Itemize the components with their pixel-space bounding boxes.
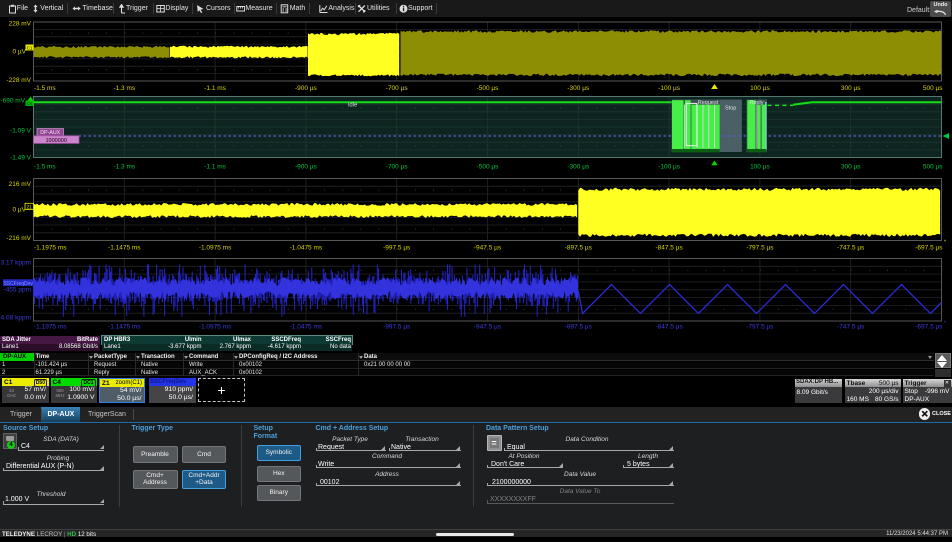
svg-text:0 µV: 0 µV <box>12 207 26 214</box>
svg-text:-700 µs: -700 µs <box>386 164 409 171</box>
svg-text:-4.08 kppm: -4.08 kppm <box>0 315 31 322</box>
svg-text:Request: Request <box>698 100 719 106</box>
svg-text:Stop: Stop <box>725 106 736 112</box>
svg-text:C1: C1 <box>27 46 33 51</box>
svg-text:-897.5 µs: -897.5 µs <box>565 324 593 331</box>
svg-text:-1.5 ms: -1.5 ms <box>34 164 56 171</box>
svg-text:-897.5 µs: -897.5 µs <box>565 245 593 252</box>
svg-text:-1.0975 ms: -1.0975 ms <box>199 324 232 331</box>
svg-text:SSCFreqDev: SSCFreqDev <box>3 281 33 287</box>
svg-text:-847.5 µs: -847.5 µs <box>655 324 683 331</box>
svg-text:*: * <box>944 321 946 327</box>
svg-text:-747.5 µs: -747.5 µs <box>837 245 865 252</box>
svg-text:-455 ppm: -455 ppm <box>4 287 31 294</box>
svg-text:-1.3 ms: -1.3 ms <box>113 164 135 171</box>
svg-text:-1.1 ms: -1.1 ms <box>204 85 226 92</box>
svg-text:-500 µs: -500 µs <box>477 164 500 171</box>
svg-text:C4: C4 <box>27 101 33 106</box>
svg-text:-697.5 µs: -697.5 µs <box>915 245 943 252</box>
svg-text:-997.5 µs: -997.5 µs <box>383 245 411 252</box>
svg-text:100 µs: 100 µs <box>750 85 770 92</box>
svg-text:-1.5 ms: -1.5 ms <box>34 85 56 92</box>
svg-text:-797.5 µs: -797.5 µs <box>746 324 774 331</box>
svg-text:-100 µs: -100 µs <box>658 164 681 171</box>
svg-text:100 µs: 100 µs <box>750 164 770 171</box>
svg-text:*: * <box>944 240 946 246</box>
svg-text:Z1: Z1 <box>27 204 33 209</box>
svg-text:-1.0475 ms: -1.0475 ms <box>290 324 323 331</box>
svg-text:-216 mV: -216 mV <box>6 235 31 242</box>
svg-text:500 µs: 500 µs <box>923 85 943 92</box>
svg-text:300 µs: 300 µs <box>841 164 861 171</box>
svg-text:-1.1975 ms: -1.1975 ms <box>34 245 67 252</box>
svg-text:-1.0975 ms: -1.0975 ms <box>199 245 232 252</box>
svg-text:1000000: 1000000 <box>45 138 66 144</box>
svg-text:500 µs: 500 µs <box>923 164 943 171</box>
svg-text:-300 µs: -300 µs <box>567 85 590 92</box>
svg-text:-500 µs: -500 µs <box>477 85 500 92</box>
svg-text:-847.5 µs: -847.5 µs <box>655 245 683 252</box>
svg-text:Reply: Reply <box>749 100 763 106</box>
svg-text:-1.09 V: -1.09 V <box>10 127 32 134</box>
svg-text:-747.5 µs: -747.5 µs <box>837 324 865 331</box>
svg-text:-1.1475 ms: -1.1475 ms <box>108 245 141 252</box>
svg-text:228 mV: 228 mV <box>9 21 32 28</box>
svg-text:-1.0475 ms: -1.0475 ms <box>290 245 323 252</box>
svg-text:-1.1475 ms: -1.1475 ms <box>108 324 141 331</box>
svg-text:-700 µs: -700 µs <box>386 85 409 92</box>
svg-text:-697.5 µs: -697.5 µs <box>915 324 943 331</box>
svg-text:-997.5 µs: -997.5 µs <box>383 324 411 331</box>
svg-text:idle: idle <box>348 103 358 109</box>
svg-text:-300 µs: -300 µs <box>567 164 590 171</box>
svg-text:-947.5 µs: -947.5 µs <box>474 245 502 252</box>
svg-text:-900 µs: -900 µs <box>295 164 318 171</box>
svg-text:-1.1 ms: -1.1 ms <box>204 164 226 171</box>
svg-text:-1.1975 ms: -1.1975 ms <box>34 324 67 331</box>
svg-text:3.17 kppm: 3.17 kppm <box>1 260 31 267</box>
svg-text:-1.49 V: -1.49 V <box>10 154 32 161</box>
svg-text:DP-AUX: DP-AUX <box>40 130 60 136</box>
svg-text:-690 mV: -690 mV <box>0 98 25 105</box>
svg-text:0 µV: 0 µV <box>12 48 26 55</box>
svg-text:216 mV: 216 mV <box>9 181 32 188</box>
svg-text:300 µs: 300 µs <box>841 85 861 92</box>
svg-text:-900 µs: -900 µs <box>295 85 318 92</box>
svg-text:-228 mV: -228 mV <box>6 77 31 84</box>
svg-text:-1.3 ms: -1.3 ms <box>113 85 135 92</box>
svg-text:-100 µs: -100 µs <box>658 85 681 92</box>
svg-text:-947.5 µs: -947.5 µs <box>474 324 502 331</box>
svg-text:-797.5 µs: -797.5 µs <box>746 245 774 252</box>
